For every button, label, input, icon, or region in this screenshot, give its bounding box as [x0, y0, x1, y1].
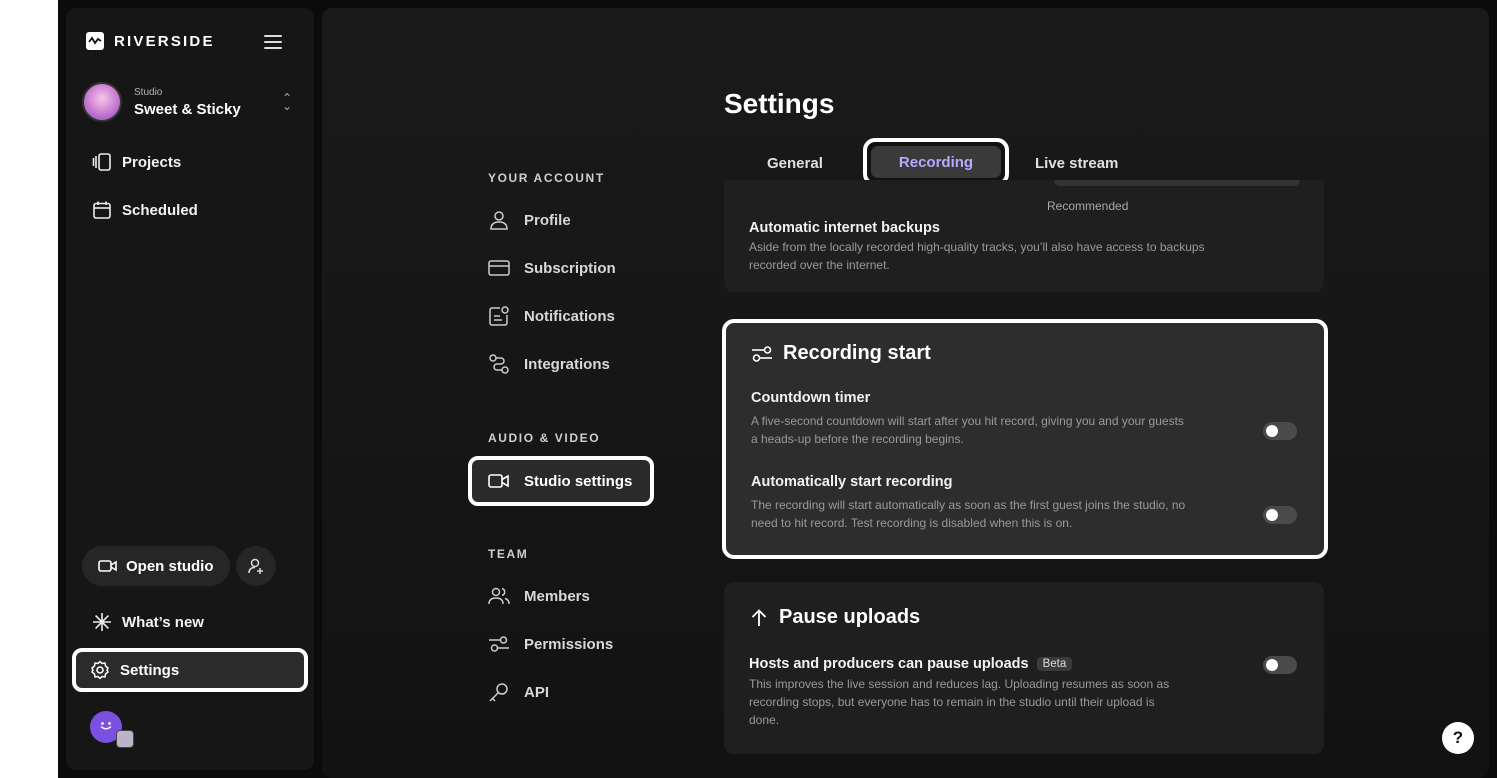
- pause-uploads-row-title: Hosts and producers can pause uploads Be…: [749, 656, 1073, 672]
- studio-small-label: Studio: [134, 86, 163, 98]
- sidebar-item-label: Projects: [122, 153, 182, 171]
- projects-icon: [92, 153, 111, 171]
- studio-name: Sweet & Sticky: [134, 100, 241, 118]
- settings-menu-profile[interactable]: Profile: [488, 205, 571, 235]
- calendar-icon: [93, 201, 111, 219]
- sliders-icon: [489, 636, 509, 652]
- settings-menu-permissions[interactable]: Permissions: [488, 629, 613, 659]
- backups-desc-line2: recorded over the internet.: [749, 258, 890, 272]
- users-icon: [488, 587, 510, 605]
- countdown-desc-line2: a heads-up before the recording begins.: [751, 432, 964, 446]
- section-label-audio-video: AUDIO & VIDEO: [488, 431, 601, 445]
- gear-icon: [91, 660, 109, 680]
- add-user-icon: [248, 558, 263, 574]
- sidebar-item-label: Scheduled: [122, 201, 198, 219]
- arrow-up-icon: [751, 608, 767, 626]
- pause-uploads-desc-line3: done.: [749, 713, 780, 727]
- pause-uploads-toggle[interactable]: [1263, 656, 1297, 674]
- recommended-label: Recommended: [1047, 199, 1129, 213]
- sidebar-item-scheduled[interactable]: Scheduled: [82, 193, 208, 227]
- key-icon: [489, 683, 508, 702]
- auto-start-desc-line1: The recording will start automatically a…: [751, 498, 1186, 512]
- sparkle-icon: [93, 613, 111, 631]
- riverside-logo[interactable]: RIVERSIDE: [86, 32, 215, 50]
- user-icon: [490, 211, 508, 230]
- invite-user-button[interactable]: [236, 546, 276, 586]
- studio-avatar: [82, 82, 122, 122]
- recording-start-card: Recording start Countdown timer A five-s…: [722, 319, 1328, 559]
- countdown-desc-line1: A five-second countdown will start after…: [751, 414, 1184, 428]
- sidebar-item-label: What’s new: [122, 613, 204, 631]
- backups-desc-line1: Aside from the locally recorded high-qua…: [749, 240, 1205, 254]
- settings-menu-label: Permissions: [524, 635, 614, 653]
- chevron-updown-icon: ⌃ ⌄: [281, 91, 292, 113]
- hamburger-menu-icon[interactable]: [264, 35, 282, 49]
- settings-menu-integrations[interactable]: Integrations: [488, 349, 610, 379]
- tab-recording-label: Recording: [871, 146, 1001, 178]
- open-studio-button[interactable]: Open studio: [82, 546, 230, 586]
- integrations-icon: [489, 354, 509, 374]
- pause-uploads-card: Pause uploads Hosts and producers can pa…: [724, 582, 1324, 754]
- pause-uploads-desc-line1: This improves the live session and reduc…: [749, 677, 1170, 691]
- riverside-logo-icon: [86, 32, 104, 50]
- settings-menu-subscription[interactable]: Subscription: [488, 253, 616, 283]
- recommended-option[interactable]: [1054, 180, 1300, 186]
- smiley-icon: [100, 722, 112, 730]
- settings-menu-label: Integrations: [524, 355, 610, 373]
- sliders-icon: [752, 345, 772, 362]
- sidebar-item-settings[interactable]: Settings: [72, 648, 308, 692]
- page-title: Settings: [724, 88, 835, 119]
- pause-uploads-title-text: Hosts and producers can pause uploads: [749, 656, 1029, 672]
- notification-icon: [489, 306, 509, 326]
- toggle-knob: [1266, 509, 1278, 521]
- sidebar: RIVERSIDE Studio Sweet & Sticky ⌃ ⌄ Proje…: [66, 8, 314, 770]
- sidebar-item-projects[interactable]: Projects: [82, 145, 191, 179]
- settings-menu-notifications[interactable]: Notifications: [488, 301, 615, 331]
- studio-switcher[interactable]: Studio Sweet & Sticky ⌃ ⌄: [82, 82, 298, 122]
- video-camera-icon: [98, 560, 117, 572]
- open-studio-label: Open studio: [126, 557, 214, 575]
- settings-menu-label: Members: [524, 587, 590, 605]
- toggle-knob: [1266, 425, 1278, 437]
- recording-start-heading: Recording start: [751, 342, 931, 365]
- sidebar-item-whats-new[interactable]: What’s new: [82, 605, 214, 639]
- toggle-knob: [1266, 659, 1278, 671]
- brand-name: RIVERSIDE: [114, 32, 215, 50]
- settings-menu-label: API: [524, 683, 550, 701]
- pause-uploads-heading-label: Pause uploads: [779, 606, 921, 628]
- countdown-toggle[interactable]: [1263, 422, 1297, 440]
- auto-start-toggle[interactable]: [1263, 506, 1297, 524]
- sidebar-item-label: Settings: [120, 661, 180, 679]
- recording-start-heading-label: Recording start: [783, 342, 931, 364]
- countdown-title: Countdown timer: [751, 390, 871, 406]
- settings-menu-label: Profile: [524, 211, 571, 229]
- pause-uploads-heading: Pause uploads: [749, 606, 920, 629]
- settings-menu-studio-settings[interactable]: Studio settings: [468, 456, 654, 506]
- section-label-team: TEAM: [488, 547, 529, 561]
- backups-title: Automatic internet backups: [749, 220, 940, 236]
- backups-card: Recommended Automatic internet backups A…: [724, 180, 1324, 292]
- beta-badge: Beta: [1036, 657, 1073, 671]
- tab-live-stream[interactable]: Live stream: [1035, 146, 1118, 180]
- settings-panel: Settings YOUR ACCOUNT Profile Subscripti…: [322, 8, 1489, 778]
- auto-start-desc-line2: need to hit record. Test recording is di…: [751, 516, 1073, 530]
- section-label-your-account: YOUR ACCOUNT: [488, 171, 605, 185]
- credit-card-icon: [488, 260, 510, 276]
- settings-menu-label: Subscription: [524, 259, 616, 277]
- tab-recording[interactable]: Recording: [863, 138, 1009, 186]
- pause-uploads-desc-line2: recording stops, but everyone has to rem…: [749, 695, 1155, 709]
- tab-general[interactable]: General: [767, 146, 823, 180]
- video-camera-icon: [488, 474, 509, 488]
- settings-menu-api[interactable]: API: [488, 677, 549, 707]
- settings-menu-label: Studio settings: [524, 472, 633, 490]
- settings-menu-members[interactable]: Members: [488, 581, 590, 611]
- auto-start-title: Automatically start recording: [751, 474, 953, 490]
- settings-menu-label: Notifications: [524, 307, 615, 325]
- studio-mini-avatar: [116, 730, 134, 748]
- help-button[interactable]: ?: [1442, 722, 1474, 754]
